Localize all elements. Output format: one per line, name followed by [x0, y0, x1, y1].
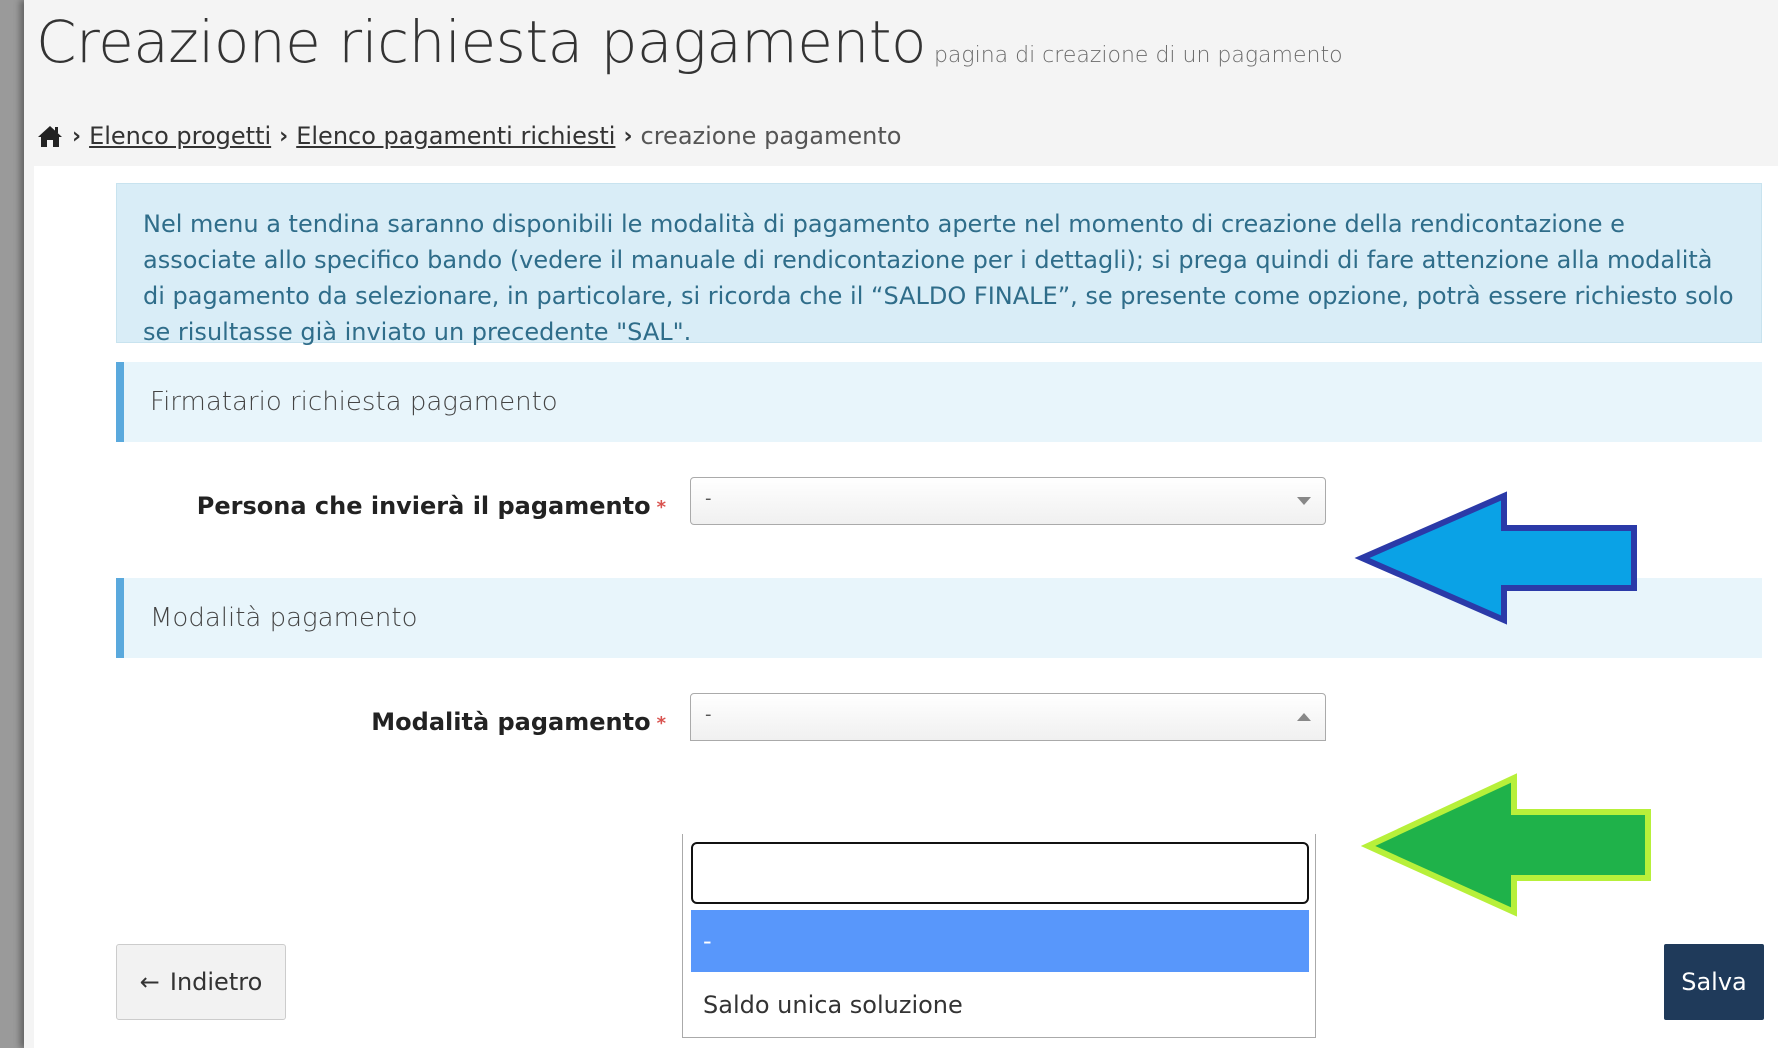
chevron-right-icon: ›	[279, 123, 289, 149]
page-title: Creazione richiesta pagamento pagina di c…	[36, 8, 1343, 76]
breadcrumb: › Elenco progetti › Elenco pagamenti ric…	[36, 118, 901, 154]
info-alert: Nel menu a tendina saranno disponibili l…	[116, 183, 1762, 346]
modalita-select[interactable]: -	[690, 693, 1326, 741]
dropdown-option-saldo[interactable]: Saldo unica soluzione	[691, 974, 1309, 1036]
page-subtitle: pagina di creazione di un pagamento	[933, 43, 1343, 68]
page-frame: Creazione richiesta pagamento pagina di c…	[24, 0, 1778, 1048]
modalita-label-text: Modalità pagamento	[371, 708, 651, 736]
section-modalita-title: Modalità pagamento	[150, 603, 418, 633]
blue-arrow-annotation	[1354, 491, 1637, 625]
breadcrumb-link-elenco-progetti[interactable]: Elenco progetti	[89, 122, 271, 150]
back-button[interactable]: ← Indietro	[116, 944, 286, 1020]
home-icon[interactable]	[36, 123, 64, 149]
green-arrow-annotation	[1360, 773, 1651, 917]
modalita-field-label: Modalità pagamento *	[371, 708, 666, 736]
chevron-right-icon: ›	[72, 123, 82, 149]
persona-field-label: Persona che invierà il pagamento *	[197, 492, 666, 520]
required-mark: *	[656, 496, 666, 518]
modalita-dropdown: - Saldo unica soluzione	[682, 834, 1316, 1038]
persona-select-value: -	[705, 488, 712, 509]
persona-select[interactable]: -	[690, 477, 1326, 525]
save-button-label: Salva	[1681, 968, 1747, 996]
page-title-text: Creazione richiesta pagamento	[36, 8, 926, 76]
dropdown-search-input[interactable]	[691, 842, 1309, 904]
info-alert-text: Nel menu a tendina saranno disponibili l…	[143, 210, 1734, 346]
dropdown-option-dash[interactable]: -	[691, 910, 1309, 972]
breadcrumb-link-elenco-pagamenti[interactable]: Elenco pagamenti richiesti	[296, 122, 615, 150]
arrow-left-icon: ←	[139, 968, 160, 996]
section-firmatario-header: Firmatario richiesta pagamento	[116, 362, 1762, 442]
persona-label-text: Persona che invierà il pagamento	[196, 492, 651, 520]
caret-down-icon	[1297, 497, 1311, 505]
save-button[interactable]: Salva	[1664, 944, 1764, 1020]
required-mark: *	[656, 712, 666, 734]
chevron-right-icon: ›	[623, 123, 633, 149]
modalita-select-value: -	[705, 704, 712, 725]
back-button-label: Indietro	[169, 968, 263, 996]
section-firmatario-title: Firmatario richiesta pagamento	[150, 387, 558, 417]
caret-up-icon	[1297, 713, 1311, 721]
breadcrumb-current: creazione pagamento	[640, 122, 902, 150]
